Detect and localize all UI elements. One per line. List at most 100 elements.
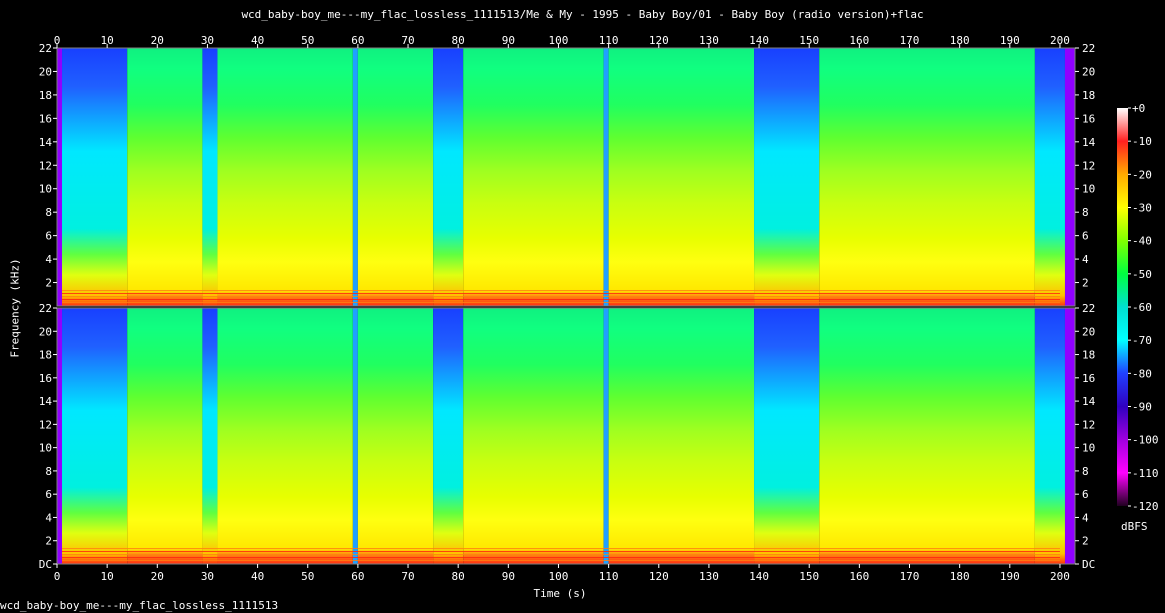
colorbar-tick-label: -70 — [1132, 334, 1152, 347]
spectrogram-section — [352, 308, 358, 564]
y-tick-label: 10 — [39, 183, 52, 196]
y-tick-label: 8 — [45, 465, 52, 478]
y-tick-label-right: 14 — [1082, 136, 1096, 149]
x-tick-label: 0 — [54, 570, 61, 583]
footer-filename: wcd_baby-boy_me---my_flac_lossless_11115… — [0, 599, 279, 612]
y-tick-label: 20 — [39, 65, 52, 78]
spectrogram-section — [62, 48, 128, 306]
y-tick-label-right: 18 — [1082, 89, 1095, 102]
x-tick-label: 160 — [849, 570, 869, 583]
x-tick-label: 150 — [799, 570, 819, 583]
y-tick-label: 12 — [39, 159, 52, 172]
x-tick-label: 170 — [900, 570, 920, 583]
x-tick-label: 50 — [301, 570, 314, 583]
y-tick-label: 14 — [39, 395, 53, 408]
x-tick-label: 60 — [351, 570, 364, 583]
x-tick-label-top: 40 — [251, 34, 264, 47]
y-tick-label: 6 — [45, 230, 52, 243]
y-tick-label-right: 22 — [1082, 42, 1095, 55]
y-tick-label-right: 20 — [1082, 65, 1095, 78]
spectrogram-section — [608, 48, 755, 306]
bass-band-line — [62, 554, 1060, 555]
spectrogram-section — [57, 308, 63, 564]
x-tick-label: 20 — [151, 570, 164, 583]
colorbar-tick-label: -10 — [1132, 135, 1152, 148]
bass-band-line — [62, 296, 1060, 297]
y-tick-label-right: 18 — [1082, 349, 1095, 362]
colorbar-tick-label: -100 — [1132, 434, 1159, 447]
spectrogram-section — [217, 308, 353, 564]
x-tick-label-top: 60 — [351, 34, 364, 47]
spectrogram-section — [357, 48, 434, 306]
y-tick-label-right: 8 — [1082, 465, 1089, 478]
y-tick-label: 12 — [39, 418, 52, 431]
y-tick-label-right: 12 — [1082, 159, 1095, 172]
bass-band-line — [62, 551, 1060, 552]
x-tick-label: 80 — [452, 570, 465, 583]
y-tick-label-right: 12 — [1082, 418, 1095, 431]
x-tick-label-top: 180 — [950, 34, 970, 47]
x-tick-label-top: 80 — [452, 34, 465, 47]
x-tick-label-top: 20 — [151, 34, 164, 47]
y-tick-label-right: 4 — [1082, 511, 1089, 524]
colorbar-tick-label: +0 — [1132, 102, 1145, 115]
y-tick-label-right: 8 — [1082, 206, 1089, 219]
x-tick-label-top: 50 — [301, 34, 314, 47]
y-tick-label-right: 14 — [1082, 395, 1096, 408]
spectrogram-section — [1034, 48, 1065, 306]
y-tick-label: 4 — [45, 511, 52, 524]
x-tick-label: 40 — [251, 570, 264, 583]
spectrogram-section — [754, 308, 820, 564]
spectrogram-section — [62, 308, 128, 564]
colorbar-tick-label: -120 — [1132, 500, 1159, 513]
x-tick-label-top: 100 — [549, 34, 569, 47]
spectrogram-section — [603, 308, 609, 564]
x-tick-label: 90 — [502, 570, 515, 583]
y-tick-label: 20 — [39, 325, 52, 338]
y-tick-label-right: 2 — [1082, 277, 1089, 290]
y-tick-label-right: 2 — [1082, 535, 1089, 548]
spectrogram-section — [819, 48, 1035, 306]
spectrogram-section — [819, 308, 1035, 564]
spectrogram-section — [202, 308, 218, 564]
y-tick-label: 8 — [45, 206, 52, 219]
bass-band-line — [62, 293, 1060, 294]
x-tick-label-top: 200 — [1050, 34, 1070, 47]
x-tick-label: 200 — [1050, 570, 1070, 583]
spectrogram-section — [608, 308, 755, 564]
y-tick-label-right: 4 — [1082, 253, 1089, 266]
x-tick-label: 110 — [599, 570, 619, 583]
bass-band-line — [62, 302, 1060, 303]
colorbar-tick-label: -40 — [1132, 235, 1152, 248]
y-tick-label-right: 10 — [1082, 183, 1095, 196]
bass-band-line — [62, 557, 1060, 558]
spectrogram-section — [217, 48, 353, 306]
spectrogram-section — [357, 308, 434, 564]
colorbar-tick-label: -80 — [1132, 367, 1152, 380]
spectrogram-section — [127, 48, 203, 306]
x-tick-label-top: 110 — [599, 34, 619, 47]
colorbar-tick-label: -110 — [1132, 467, 1159, 480]
colorbar-tick-label: -30 — [1132, 202, 1152, 215]
x-tick-label-top: 170 — [900, 34, 920, 47]
y-tick-label-right: 10 — [1082, 442, 1095, 455]
spectrogram-section — [57, 48, 63, 306]
y-tick-label: 16 — [39, 112, 52, 125]
y-tick-label-right: 16 — [1082, 112, 1095, 125]
y-tick-label-right: 6 — [1082, 488, 1089, 501]
colorbar-tick-label: -50 — [1132, 268, 1152, 281]
x-tick-label-top: 190 — [1000, 34, 1020, 47]
spectrogram-section — [1064, 48, 1075, 306]
y-tick-label: 22 — [39, 302, 52, 315]
y-tick-label: 14 — [39, 136, 53, 149]
y-tick-label: 10 — [39, 442, 52, 455]
x-tick-label-top: 150 — [799, 34, 819, 47]
spectrogram-section — [1034, 308, 1065, 564]
y-tick-label-right: 20 — [1082, 325, 1095, 338]
bass-band-line — [62, 299, 1060, 300]
spectrogram-chart: 0 0 10 10 20 20 30 30 40 40 50 50 60 60 70 70 80 80 90 90 10… — [39, 34, 1159, 583]
spectrogram-section — [463, 308, 604, 564]
y-tick-label: DC — [39, 558, 52, 571]
colorbar-label: dBFS — [1121, 520, 1148, 533]
y-tick-label: 22 — [39, 42, 52, 55]
